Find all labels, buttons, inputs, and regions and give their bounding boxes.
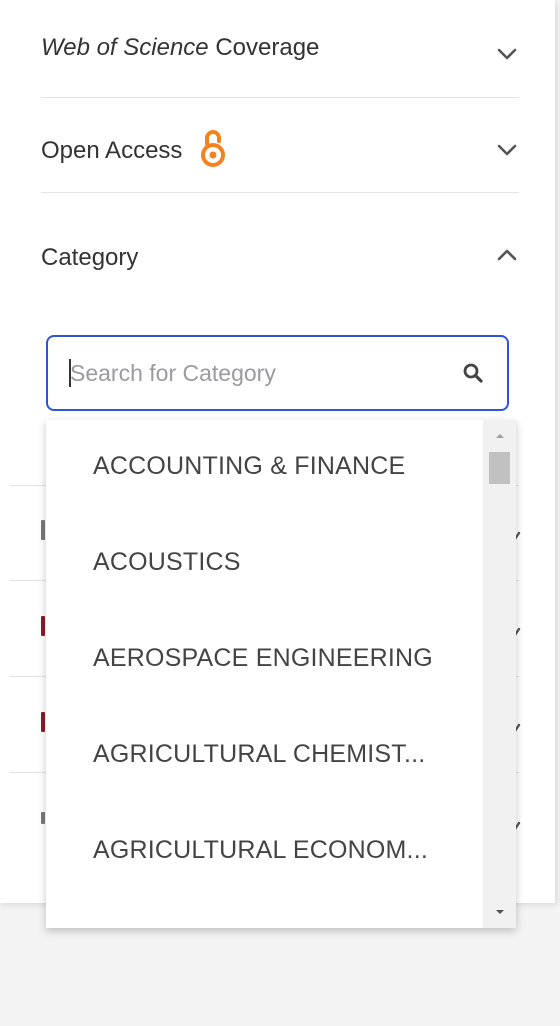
chevron-up-icon[interactable] — [495, 243, 519, 267]
open-access-title: Open Access — [41, 136, 183, 164]
scroll-down-arrow-icon[interactable] — [483, 902, 516, 922]
category-option[interactable]: ACOUSTICS — [93, 548, 241, 577]
category-dropdown: ACCOUNTING & FINANCE ACOUSTICS AEROSPACE… — [46, 420, 516, 928]
divider — [41, 192, 519, 193]
open-access-header[interactable]: Open Access — [41, 128, 227, 175]
chevron-down-icon[interactable] — [495, 138, 519, 162]
category-option[interactable]: ACCOUNTING & FINANCE — [93, 452, 405, 481]
category-header[interactable]: Category — [41, 244, 138, 272]
hidden-row-mark — [41, 520, 45, 540]
wos-coverage-header[interactable]: Web of Science Coverage — [41, 34, 319, 62]
wos-coverage-title-rest: Coverage — [208, 34, 320, 61]
category-option[interactable]: AEROSPACE ENGINEERING — [93, 644, 433, 673]
hidden-row-mark — [41, 616, 45, 636]
hidden-row-mark — [41, 712, 45, 732]
hidden-row-mark — [41, 812, 45, 824]
category-option[interactable]: AGRICULTURAL ECONOM... — [93, 836, 428, 865]
wos-coverage-title-italic: Web of Science — [41, 34, 209, 61]
category-title: Category — [41, 244, 139, 271]
category-search-input[interactable] — [68, 337, 442, 410]
scrollbar-thumb[interactable] — [489, 452, 510, 484]
search-icon[interactable] — [459, 359, 487, 387]
category-option[interactable]: AGRICULTURAL CHEMIST... — [93, 740, 425, 769]
divider — [41, 97, 519, 98]
category-search-box[interactable] — [46, 335, 509, 411]
text-cursor — [69, 359, 71, 387]
open-access-icon — [199, 128, 227, 175]
chevron-down-icon[interactable] — [495, 42, 519, 66]
scroll-up-arrow-icon[interactable] — [483, 426, 516, 446]
dropdown-scrollbar[interactable] — [483, 420, 516, 928]
